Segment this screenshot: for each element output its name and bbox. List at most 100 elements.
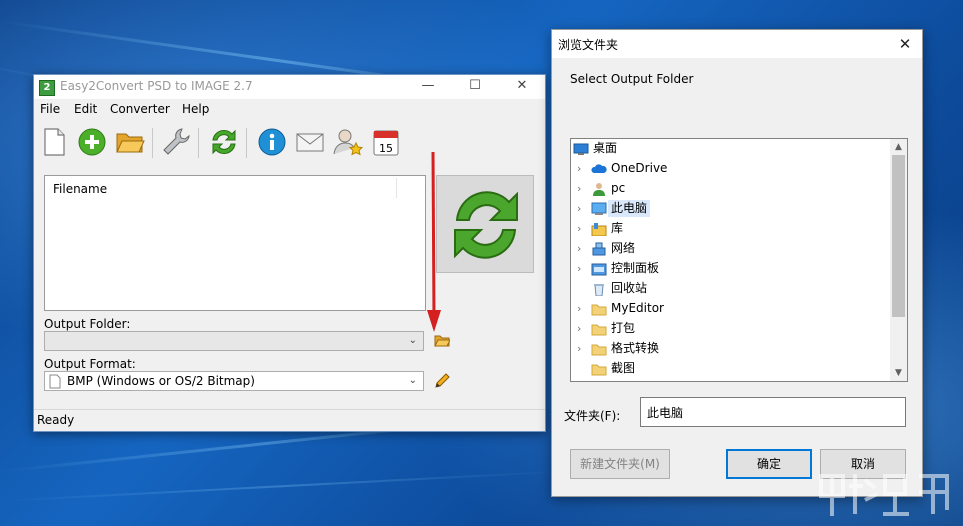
- folder-tree[interactable]: 桌面 › OneDrive › pc › 此电脑 › 库 › 网络 › 控制面板 回收站 › MyEditor…: [570, 138, 908, 382]
- scroll-up-icon[interactable]: ▲: [890, 139, 907, 155]
- tree-item[interactable]: › 打包: [571, 319, 889, 339]
- user-icon: [593, 183, 605, 196]
- tree-item-label: 网络: [611, 241, 636, 255]
- network-icon: [592, 242, 606, 256]
- maximize-icon[interactable]: ☐: [452, 75, 498, 99]
- chevron-right-icon[interactable]: ›: [577, 223, 587, 235]
- computer-icon: [591, 202, 607, 215]
- chevron-right-icon[interactable]: ›: [577, 183, 587, 195]
- ok-button[interactable]: 确定: [726, 449, 812, 479]
- tree-item[interactable]: 桌面: [571, 139, 889, 159]
- tree-item[interactable]: › OneDrive: [571, 159, 889, 179]
- output-format-label: Output Format:: [44, 357, 136, 371]
- app-title: Easy2Convert PSD to IMAGE 2.7: [60, 79, 253, 93]
- new-folder-button[interactable]: 新建文件夹(M): [570, 449, 670, 479]
- tree-item[interactable]: › pc: [571, 179, 889, 199]
- tree-item-label: 回收站: [611, 281, 648, 295]
- toolbar: 15: [34, 123, 545, 163]
- status-text: Ready: [37, 413, 75, 427]
- menu-bar: File Edit Converter Help: [34, 99, 545, 121]
- menu-help[interactable]: Help: [182, 102, 209, 116]
- folder-field-label: 文件夹(F):: [564, 409, 621, 423]
- folder-icon: [591, 304, 607, 316]
- column-divider[interactable]: [396, 178, 397, 198]
- chevron-right-icon[interactable]: ›: [577, 323, 587, 335]
- calendar-icon[interactable]: 15: [370, 126, 402, 158]
- tree-item-label: OneDrive: [611, 161, 668, 175]
- open-folder-icon[interactable]: [114, 126, 146, 158]
- convert-icon[interactable]: [208, 126, 240, 158]
- tree-item-label: 库: [611, 221, 624, 235]
- status-bar: Ready: [34, 409, 545, 432]
- chevron-right-icon[interactable]: ›: [577, 163, 587, 175]
- app-logo-icon: 2: [39, 80, 55, 96]
- chevron-right-icon[interactable]: ›: [577, 303, 587, 315]
- chevron-right-icon[interactable]: ›: [577, 263, 587, 275]
- browse-folder-dialog: 浏览文件夹 ✕ Select Output Folder 桌面 › OneDrive…: [551, 29, 923, 497]
- add-icon[interactable]: [76, 126, 108, 158]
- tree-item[interactable]: › 网络: [571, 239, 889, 259]
- tree-item[interactable]: › 此电脑: [571, 199, 889, 219]
- close-icon[interactable]: ✕: [894, 33, 916, 55]
- folder-field[interactable]: [640, 397, 906, 427]
- close-icon[interactable]: ✕: [499, 75, 545, 99]
- recycle-bin-icon: [594, 284, 604, 296]
- app-titlebar[interactable]: 2 Easy2Convert PSD to IMAGE 2.7 — ☐ ✕: [34, 75, 545, 99]
- menu-converter[interactable]: Converter: [110, 102, 170, 116]
- toolbar-separator: [246, 128, 247, 158]
- chevron-right-icon[interactable]: ›: [577, 343, 587, 355]
- tree-item[interactable]: › MyEditor: [571, 299, 889, 319]
- user-star-icon[interactable]: [332, 126, 364, 158]
- tree-item-label: MyEditor: [611, 301, 664, 315]
- tree-scrollbar[interactable]: ▲ ▼: [890, 139, 907, 381]
- scroll-down-icon[interactable]: ▼: [890, 365, 907, 381]
- tree-item[interactable]: › 控制面板: [571, 259, 889, 279]
- convert-button[interactable]: [436, 175, 534, 273]
- info-icon[interactable]: [256, 126, 288, 158]
- file-list[interactable]: Filename: [44, 175, 426, 311]
- tree-item-label: 截图: [611, 361, 636, 375]
- tree-item-label: 此电脑: [608, 200, 651, 217]
- tree-item[interactable]: › 库: [571, 219, 889, 239]
- settings-wrench-icon[interactable]: [160, 126, 192, 158]
- toolbar-separator: [198, 128, 199, 158]
- output-format-value: BMP (Windows or OS/2 Bitmap): [67, 374, 255, 388]
- chevron-right-icon[interactable]: ›: [577, 203, 587, 215]
- convert-large-icon: [454, 191, 518, 259]
- library-icon: [591, 223, 607, 236]
- edit-pencil-icon[interactable]: [434, 373, 450, 389]
- tree-item[interactable]: › 格式转换: [571, 339, 889, 359]
- mail-icon[interactable]: [294, 126, 326, 158]
- browse-folder-icon[interactable]: [434, 333, 450, 347]
- chevron-down-icon: ⌄: [408, 335, 417, 346]
- cloud-icon: [591, 164, 607, 173]
- dialog-prompt: Select Output Folder: [570, 72, 694, 86]
- folder-icon: [591, 344, 607, 356]
- output-folder-select[interactable]: ⌄: [44, 331, 424, 351]
- tree-item[interactable]: 截图: [571, 359, 889, 379]
- dialog-titlebar[interactable]: 浏览文件夹 ✕: [552, 30, 922, 58]
- tree-item-label: pc: [611, 181, 626, 195]
- chevron-down-icon: ⌄: [408, 375, 417, 386]
- chevron-right-icon[interactable]: ›: [577, 243, 587, 255]
- scrollbar-thumb[interactable]: [892, 155, 905, 317]
- tree-item-label: 格式转换: [611, 341, 660, 355]
- menu-edit[interactable]: Edit: [74, 102, 97, 116]
- annotation-arrow: [427, 151, 441, 332]
- minimize-icon[interactable]: —: [405, 75, 451, 99]
- column-header-filename[interactable]: Filename: [53, 182, 107, 196]
- toolbar-separator: [152, 128, 153, 158]
- control-panel-icon: [591, 263, 607, 276]
- menu-file[interactable]: File: [40, 102, 60, 116]
- converter-window: 2 Easy2Convert PSD to IMAGE 2.7 — ☐ ✕ Fi…: [33, 74, 546, 432]
- output-folder-label: Output Folder:: [44, 317, 131, 331]
- watermark-logo: [819, 474, 949, 516]
- output-format-select[interactable]: BMP (Windows or OS/2 Bitmap) ⌄: [44, 371, 424, 391]
- file-type-icon: [49, 374, 61, 389]
- folder-icon: [591, 324, 607, 336]
- tree-item[interactable]: 回收站: [571, 279, 889, 299]
- svg-text:15: 15: [379, 142, 393, 155]
- folder-icon: [591, 364, 607, 376]
- new-file-icon[interactable]: [38, 126, 70, 158]
- dialog-title: 浏览文件夹: [558, 38, 619, 52]
